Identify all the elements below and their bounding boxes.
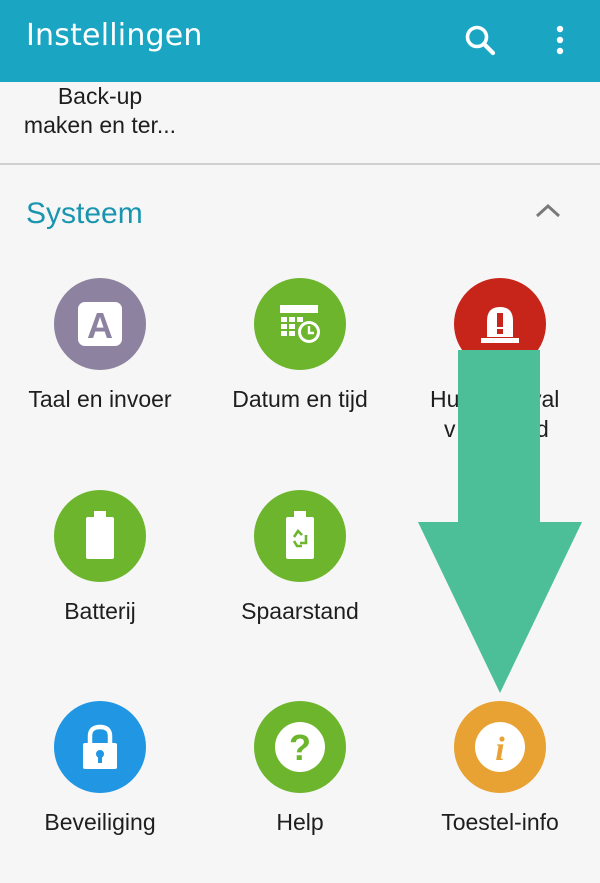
more-options-button[interactable] <box>530 10 590 70</box>
grid-item-label: Spaarstand <box>241 598 359 624</box>
chevron-up-icon <box>535 203 561 218</box>
page-title: Instellingen <box>26 18 203 53</box>
svg-text:?: ? <box>289 727 311 768</box>
emergency-label-line2-end: d <box>536 416 549 442</box>
grid-item-date-time[interactable]: Datum en tijd <box>200 278 400 478</box>
emergency-label-line1-end: val <box>530 386 560 412</box>
help-icon: ? <box>254 701 346 793</box>
grid-item-label: Batterij <box>64 598 136 624</box>
search-button[interactable] <box>450 10 510 70</box>
more-vert-icon <box>556 25 564 55</box>
svg-text:A: A <box>87 305 113 346</box>
emergency-label-line2-start: v <box>444 416 456 442</box>
grid-item-label: Datum en tijd <box>232 386 368 412</box>
grid-item-label-emergency: Hu val v d <box>400 384 600 444</box>
calendar-clock-icon <box>254 278 346 370</box>
settings-screen: Instellingen Back-up maken en ter... Sys… <box>0 0 600 883</box>
section-divider <box>0 163 600 165</box>
grid-item-label: Toestel-info <box>441 809 559 835</box>
grid-item-help[interactable]: ? Help <box>200 701 400 883</box>
grid-item-emergency-mode[interactable]: Hu val v d <box>400 278 600 478</box>
info-icon: i <box>454 701 546 793</box>
app-bar: Instellingen <box>0 0 600 82</box>
grid-item-device-info[interactable]: i Toestel-info <box>400 701 600 883</box>
backup-item[interactable]: Back-up maken en ter... <box>20 82 180 140</box>
alert-siren-icon <box>454 278 546 370</box>
emergency-label-line1-start: Hu <box>430 386 460 412</box>
grid-item-power-saving[interactable]: Spaarstand <box>200 490 400 690</box>
grid-item-language[interactable]: A Taal en invoer <box>0 278 200 478</box>
grid-item-label: Taal en invoer <box>28 386 172 412</box>
grid-item-battery[interactable]: Batterij <box>0 490 200 690</box>
section-title: Systeem <box>26 197 143 230</box>
grid-item-label: Beveiliging <box>44 809 156 835</box>
grid-item-security[interactable]: Beveiliging <box>0 701 200 883</box>
lock-icon <box>54 701 146 793</box>
backup-item-label-line2: maken en ter... <box>23 112 177 138</box>
battery-icon <box>54 490 146 582</box>
section-header: Systeem <box>0 175 600 255</box>
collapse-section-button[interactable] <box>520 185 576 235</box>
power-saving-icon <box>254 490 346 582</box>
svg-text:i: i <box>495 731 505 768</box>
backup-item-label-line1: Back-up <box>57 83 143 109</box>
search-icon <box>465 25 496 56</box>
language-icon: A <box>54 278 146 370</box>
grid-item-label: Help <box>276 809 324 835</box>
